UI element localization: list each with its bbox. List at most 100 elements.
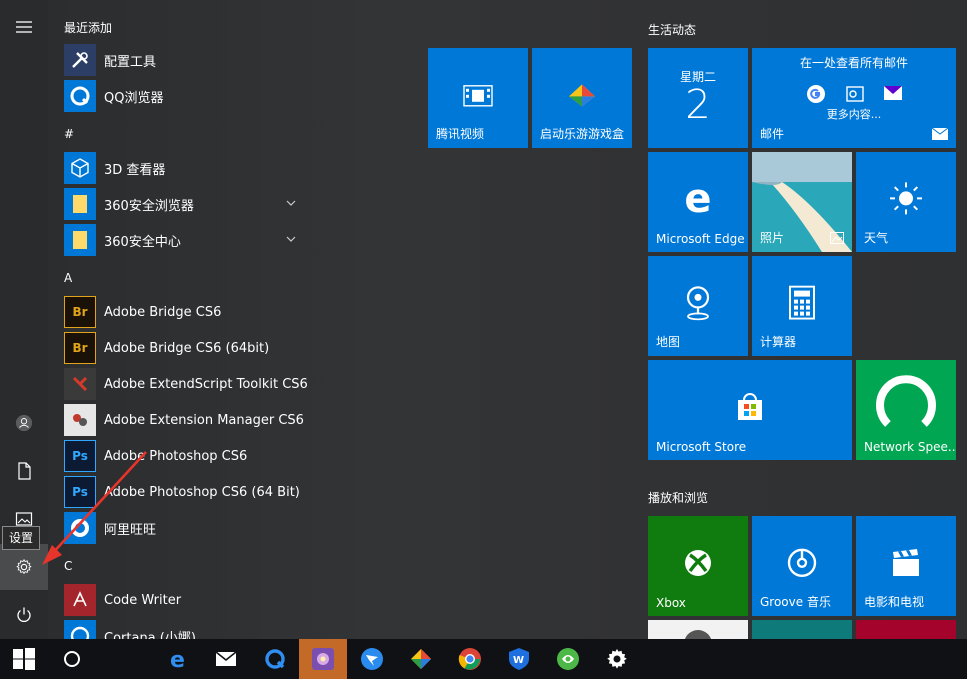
chevron-down-icon[interactable] <box>286 198 296 208</box>
folder-icon <box>64 188 96 220</box>
app-item-adobe-bridge-64[interactable]: Br Adobe Bridge CS6 (64bit) <box>64 330 308 366</box>
tile-store[interactable]: Microsoft Store <box>648 360 852 460</box>
user-avatar-icon <box>15 414 33 432</box>
app-item-adobe-extension-manager[interactable]: Adobe Extension Manager CS6 <box>64 402 308 438</box>
tile-game-box[interactable]: 启动乐游游戏盒 <box>532 48 632 148</box>
map-pin-icon <box>686 286 710 321</box>
app-item-3d-viewer[interactable]: 3D 查看器 <box>64 150 308 186</box>
app-item-360-browser-folder[interactable]: 360安全浏览器 <box>64 186 308 222</box>
windows-logo-icon <box>13 648 35 670</box>
app-label: 阿里旺旺 <box>104 522 157 538</box>
tile-movies[interactable]: 电影和电视 <box>856 516 956 616</box>
app-item-cortana[interactable]: Cortana (小娜) <box>64 618 308 639</box>
tile-tencent-video[interactable]: 腾讯视频 <box>428 48 528 148</box>
tile-network-speed[interactable]: Network Spee... <box>856 360 956 460</box>
app-item-config-tool[interactable]: 配置工具 <box>64 42 308 78</box>
app-item-qq-browser[interactable]: QQ浏览器 <box>64 78 308 114</box>
app-item-aliwangwang[interactable]: 阿里旺旺 <box>64 510 308 546</box>
mail-more: 更多内容... <box>826 108 882 121</box>
app-item-360-security-folder[interactable]: 360安全中心 <box>64 222 308 258</box>
app-label: Adobe Photoshop CS6 <box>104 448 248 464</box>
tile-label: 腾讯视频 <box>436 127 485 141</box>
start-menu: 设置 最近添加 配置工具 QQ浏览器 # 3D 查看器 360安全浏览器 360… <box>0 0 967 639</box>
envelope-icon <box>215 651 237 666</box>
cortana-search-button[interactable] <box>48 639 96 679</box>
outlook-icon <box>846 86 864 102</box>
tile-partial-3[interactable] <box>856 620 956 639</box>
svg-text:W: W <box>513 655 524 666</box>
tile-photos[interactable]: 照片 <box>752 152 852 252</box>
app-item-photoshop-64[interactable]: Ps Adobe Photoshop CS6 (64 Bit) <box>64 474 308 510</box>
photoshop-icon: Ps <box>64 476 96 508</box>
extension-manager-icon <box>64 404 96 436</box>
cortana-icon <box>64 620 96 639</box>
taskbar-settings[interactable] <box>593 639 641 679</box>
hamburger-menu-button[interactable] <box>0 4 48 50</box>
app-label: Adobe Bridge CS6 <box>104 304 222 320</box>
folder-icon <box>64 224 96 256</box>
mail-header: 在一处查看所有邮件 <box>799 56 908 70</box>
hamburger-icon <box>16 21 32 33</box>
taskbar-dingtalk[interactable] <box>348 639 396 679</box>
taskbar: e W <box>0 639 967 679</box>
section-header-recent: 最近添加 <box>64 21 113 35</box>
tile-label: 邮件 <box>760 127 785 141</box>
tile-weather[interactable]: 天气 <box>856 152 956 252</box>
app-item-photoshop[interactable]: Ps Adobe Photoshop CS6 <box>64 438 308 474</box>
tile-xbox[interactable]: Xbox <box>648 516 748 616</box>
app-label: Adobe ExtendScript Toolkit CS6 <box>104 376 308 392</box>
app-label: 360安全浏览器 <box>104 198 194 214</box>
game-box-icon <box>569 84 595 107</box>
app-list[interactable]: 最近添加 配置工具 QQ浏览器 # 3D 查看器 360安全浏览器 360安全中… <box>56 0 316 639</box>
app-item-adobe-bridge[interactable]: Br Adobe Bridge CS6 <box>64 294 308 330</box>
start-button[interactable] <box>0 639 48 679</box>
taskbar-mail[interactable] <box>202 639 250 679</box>
edge-icon: e <box>684 176 712 222</box>
settings-button[interactable] <box>0 544 48 590</box>
group-title-life: 生活动态 <box>648 23 697 37</box>
chevron-down-icon[interactable] <box>286 234 296 244</box>
svg-text:e: e <box>170 648 185 671</box>
calendar-day: 2 <box>685 82 711 128</box>
google-icon <box>807 85 825 103</box>
power-button[interactable] <box>0 592 48 638</box>
tile-label: 电影和电视 <box>864 595 925 609</box>
tile-calculator[interactable]: 计算器 <box>752 256 852 356</box>
taskbar-photo-app[interactable] <box>299 639 347 679</box>
taskbar-qq-browser[interactable] <box>251 639 299 679</box>
tools-icon <box>64 44 96 76</box>
store-bag-icon <box>738 393 762 420</box>
tile-label: Groove 音乐 <box>760 595 831 609</box>
taskbar-chrome[interactable] <box>446 639 494 679</box>
aliwangwang-icon <box>64 512 96 544</box>
app-item-code-writer[interactable]: Code Writer <box>64 582 308 618</box>
tile-partial-2[interactable] <box>752 620 852 639</box>
tile-edge[interactable]: e Microsoft Edge <box>648 152 748 252</box>
game-box-icon <box>411 649 431 669</box>
sun-icon <box>890 182 922 215</box>
app-item-adobe-extendscript[interactable]: Adobe ExtendScript Toolkit CS6 <box>64 366 308 402</box>
app-label: Code Writer <box>104 592 182 608</box>
app-label: QQ浏览器 <box>104 90 164 106</box>
tile-calendar[interactable]: 星期二 2 <box>648 48 748 148</box>
app-label: 配置工具 <box>104 54 157 70</box>
app-label: 3D 查看器 <box>104 162 166 178</box>
taskbar-game-box[interactable] <box>397 639 445 679</box>
chrome-icon <box>458 648 481 670</box>
yahoo-mail-icon <box>884 86 902 100</box>
user-account-button[interactable] <box>0 400 48 446</box>
documents-button[interactable] <box>0 448 48 494</box>
taskbar-green-browser[interactable] <box>544 639 592 679</box>
tile-label: Xbox <box>656 596 686 610</box>
settings-tooltip: 设置 <box>2 526 41 550</box>
tile-maps[interactable]: 地图 <box>648 256 748 356</box>
taskbar-edge[interactable]: e <box>154 639 202 679</box>
taskbar-wps[interactable]: W <box>495 639 543 679</box>
tile-label: 照片 <box>760 231 785 245</box>
disc-icon <box>684 630 712 639</box>
speedometer-icon <box>876 375 936 427</box>
tile-groove[interactable]: Groove 音乐 <box>752 516 852 616</box>
code-writer-icon <box>64 584 96 616</box>
tile-partial-1[interactable] <box>648 620 748 639</box>
tile-mail[interactable]: 在一处查看所有邮件 更多内容... 邮件 <box>752 48 956 148</box>
